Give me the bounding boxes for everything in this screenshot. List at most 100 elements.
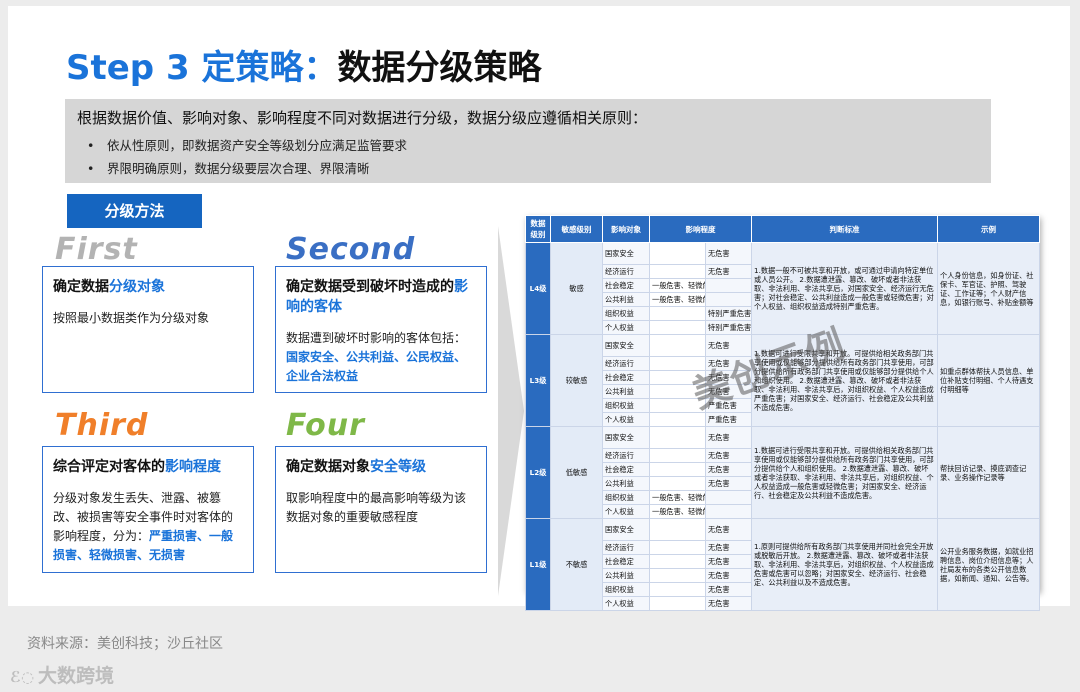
damage-cell — [705, 278, 752, 293]
object-cell: 经济运行 — [602, 540, 650, 555]
object-cell: 国家安全 — [602, 242, 650, 265]
example-cell: 帮扶回访记录、摸底调查记录、业务操作记录等 — [937, 426, 1040, 519]
header-criteria: 判断标准 — [751, 215, 938, 243]
example-cell: 如重点群体帮扶人员信息、单位补贴支付明细、个人待遇支付明细等 — [937, 334, 1040, 427]
damage-cell: 无危害 — [705, 476, 752, 491]
damage-cell: 无危害 — [705, 554, 752, 569]
object-cell: 组织权益 — [602, 490, 650, 505]
object-cell: 国家安全 — [602, 518, 650, 541]
damage-cell: 无危害 — [705, 540, 752, 555]
step-word-first: First — [55, 232, 138, 267]
level-cell: L2级 — [525, 426, 551, 519]
title-prefix: Step 3 定策略： — [66, 48, 338, 88]
object-cell: 社会稳定 — [602, 462, 650, 477]
principle-list: 依从性原则，即数据资产安全等级划分应满足监管要求 界限明确原则，数据分级要层次合… — [77, 134, 979, 180]
step-body: 按照最小数据类作为分级对象 — [53, 311, 210, 325]
degree-cell — [649, 540, 706, 555]
table-row: L1级 不敏感 国家安全 无危害 1.原则可提供给所有政务部门共享使用并同社会完全开放或… — [525, 518, 1040, 611]
degree-cell — [649, 448, 706, 463]
degree-cell — [649, 264, 706, 279]
degree-cell — [649, 568, 706, 583]
step-body: 取影响程度中的最高影响等级为该数据对象的重要敏感程度 — [286, 491, 467, 524]
object-cell: 公共利益 — [602, 568, 650, 583]
object-cell: 组织权益 — [602, 398, 650, 413]
criteria-cell: 1.数据一般不可被共享和开放，或可通过申请向特定单位或人员公开。 2.数据遭泄露… — [751, 242, 938, 335]
object-cell: 组织权益 — [602, 582, 650, 597]
table-header-row: 数据级别 敏感级别 影响对象 影响程度 判断标准 示例 — [525, 215, 1040, 243]
damage-cell: 无危害 — [705, 568, 752, 583]
degree-cell — [649, 306, 706, 321]
damage-cell: 特别严重危害 — [705, 320, 752, 335]
degree-cell — [649, 582, 706, 597]
object-cell: 国家安全 — [602, 426, 650, 449]
object-cell: 组织权益 — [602, 306, 650, 321]
source-note: 资料来源：美创科技；沙丘社区 — [27, 636, 223, 652]
damage-cell: 无危害 — [705, 462, 752, 477]
object-cell: 社会稳定 — [602, 278, 650, 293]
intro-lead: 根据数据价值、影响对象、影响程度不同对数据进行分级，数据分级应遵循相关原则： — [77, 109, 648, 127]
object-cell: 个人权益 — [602, 320, 650, 335]
header-sensitivity: 敏感级别 — [550, 215, 603, 243]
step-word-third: Third — [55, 408, 149, 443]
object-cell: 公共利益 — [602, 476, 650, 491]
step-card-second: 确定数据受到破坏时造成的影响的客体 数据遭到破坏时影响的客体包括：国家安全、公共… — [275, 266, 487, 393]
step-heading: 综合评定对客体的影响程度 — [53, 459, 221, 475]
degree-cell — [649, 334, 706, 357]
object-cell: 经济运行 — [602, 264, 650, 279]
degree-cell — [649, 554, 706, 569]
object-cell: 国家安全 — [602, 334, 650, 357]
damage-cell — [705, 292, 752, 307]
grading-table: 数据级别 敏感级别 影响对象 影响程度 判断标准 示例 L4级 敏感 国家安全 无危害… — [525, 215, 1040, 611]
degree-cell — [649, 476, 706, 491]
sensitivity-cell: 较敏感 — [550, 334, 603, 427]
principle-item: 界限明确原则，数据分级要层次合理、界限清晰 — [77, 157, 979, 180]
damage-cell: 无危害 — [705, 596, 752, 611]
table-body: L4级 敏感 国家安全 无危害 1.数据一般不可被共享和开放，或可通过申请向特定单位或人… — [525, 242, 1040, 611]
degree-cell — [649, 242, 706, 265]
damage-cell: 无危害 — [705, 426, 752, 449]
principle-item: 依从性原则，即数据资产安全等级划分应满足监管要求 — [77, 134, 979, 157]
method-label: 分级方法 — [67, 194, 202, 228]
object-cell: 经济运行 — [602, 448, 650, 463]
degree-cell: 一般危害、轻微危害 — [649, 292, 706, 307]
header-object: 影响对象 — [602, 215, 650, 243]
example-cell: 公开业务服务数据，如就业招聘信息、岗位介绍信息等；人社局发布的各类公开信息数据，… — [937, 518, 1040, 611]
level-cell: L4级 — [525, 242, 551, 335]
degree-cell: 一般危害、轻微危害 — [649, 490, 706, 505]
brand-logo: ℰ◌ 大数跨境 — [10, 665, 115, 687]
sensitivity-cell: 敏感 — [550, 242, 603, 335]
damage-cell: 无危害 — [705, 518, 752, 541]
criteria-cell: 1.原则可提供给所有政务部门共享使用并同社会完全开放或脱敏后开放。 2.数据遭泄… — [751, 518, 938, 611]
damage-cell — [705, 490, 752, 505]
degree-cell — [649, 426, 706, 449]
level-cell: L1级 — [525, 518, 551, 611]
object-cell: 公共利益 — [602, 384, 650, 399]
logo-icon: ℰ◌ — [10, 668, 35, 686]
step-word-second: Second — [286, 232, 416, 267]
object-cell: 经济运行 — [602, 356, 650, 371]
degree-cell: 一般危害、轻微危害 — [649, 504, 706, 519]
damage-cell: 无危害 — [705, 448, 752, 463]
degree-cell: 一般危害、轻微危害 — [649, 278, 706, 293]
intro-box: 根据数据价值、影响对象、影响程度不同对数据进行分级，数据分级应遵循相关原则： 依… — [65, 99, 991, 183]
chevron-right-icon — [498, 226, 524, 596]
step-heading: 确定数据分级对象 — [53, 279, 165, 295]
header-example: 示例 — [937, 215, 1040, 243]
step-heading: 确定数据对象安全等级 — [286, 459, 426, 475]
grading-table-panel: 数据级别 敏感级别 影响对象 影响程度 判断标准 示例 L4级 敏感 国家安全 无危害… — [525, 215, 1040, 611]
degree-cell — [649, 320, 706, 335]
criteria-cell: 1.数据可进行受限共享和开放。可提供给相关政务部门共享使用或仅能够部分提供给所有… — [751, 426, 938, 519]
page-title: Step 3 定策略：数据分级策略 — [66, 40, 541, 89]
step-body: 分级对象发生丢失、泄露、被篡改、被损害等安全事件时对客体的影响程度，分为：严重损… — [53, 491, 234, 562]
table-row: L4级 敏感 国家安全 无危害 1.数据一般不可被共享和开放，或可通过申请向特定单位或人… — [525, 242, 1040, 335]
damage-cell: 无危害 — [705, 242, 752, 265]
step-heading: 确定数据受到破坏时造成的影响的客体 — [286, 279, 468, 315]
step-card-third: 综合评定对客体的影响程度 分级对象发生丢失、泄露、被篡改、被损害等安全事件时对客… — [42, 446, 254, 573]
degree-cell — [649, 596, 706, 611]
damage-cell — [705, 504, 752, 519]
header-level: 数据级别 — [525, 215, 551, 243]
step-card-first: 确定数据分级对象 按照最小数据类作为分级对象 — [42, 266, 254, 393]
object-cell: 个人权益 — [602, 504, 650, 519]
header-degree: 影响程度 — [649, 215, 752, 243]
damage-cell: 特别严重危害 — [705, 306, 752, 321]
